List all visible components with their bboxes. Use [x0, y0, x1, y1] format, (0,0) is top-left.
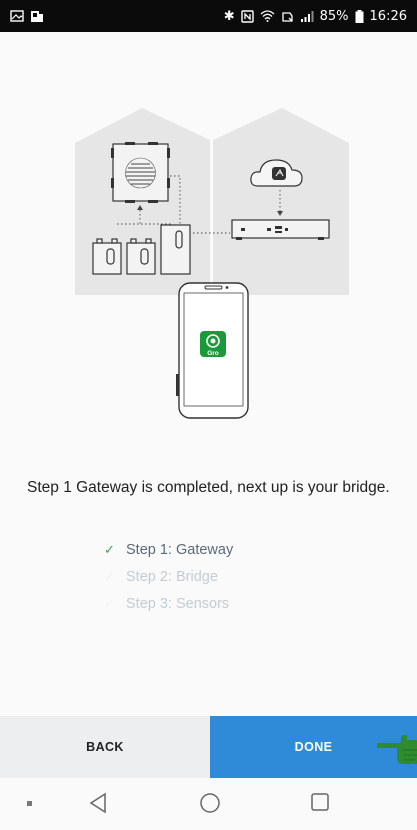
status-left: [10, 10, 44, 23]
sensor-device-icon: [92, 238, 122, 275]
checkmark-icon: ✓: [104, 595, 115, 611]
done-button[interactable]: DONE: [210, 716, 417, 778]
phone-icon: Gro: [176, 282, 249, 419]
step-item-gateway: ✓ Step 1: Gateway: [104, 536, 233, 563]
wifi-icon: [260, 10, 275, 22]
done-button-label: DONE: [294, 740, 333, 754]
checkmark-icon: ✓: [104, 541, 115, 557]
signal-icon: [300, 11, 314, 22]
overview-square-icon[interactable]: [310, 792, 330, 812]
nfc-icon: [240, 9, 254, 23]
button-row: BACK DONE: [0, 716, 417, 778]
app-screen: ✱ 85% 16:26 Gro Step 1 Gateway is comple…: [0, 0, 417, 830]
status-right: ✱ 85% 16:26: [223, 8, 407, 24]
step-label: Step 2: Bridge: [126, 568, 218, 585]
pointing-hand-icon: [377, 735, 417, 764]
gateway-device-icon: [111, 142, 170, 203]
gallery-notification-icon: [10, 10, 24, 22]
right-house-shape: [213, 108, 349, 295]
battery-icon: [355, 9, 364, 23]
sensor-device-icon: [126, 238, 156, 275]
battery-text: 85%: [319, 8, 349, 24]
status-bar: ✱ 85% 16:26: [0, 0, 417, 32]
back-triangle-icon[interactable]: [88, 792, 108, 814]
step-list: ✓ Step 1: Gateway ✓ Step 2: Bridge ✓ Ste…: [104, 536, 233, 617]
setup-illustration: Gro: [75, 108, 349, 419]
step-label: Step 3: Sensors: [126, 595, 230, 612]
bluetooth-icon: ✱: [223, 8, 235, 24]
checkmark-icon: ✓: [104, 568, 115, 584]
app-label: Gro: [207, 350, 219, 357]
back-button[interactable]: BACK: [0, 716, 210, 778]
bridge-device-icon: [231, 219, 330, 240]
step-item-bridge: ✓ Step 2: Bridge: [104, 563, 233, 590]
phone-notification-icon: [31, 10, 43, 22]
status-message: Step 1 Gateway is completed, next up is …: [27, 479, 390, 496]
data-saver-icon: [281, 11, 293, 22]
clock: 16:26: [369, 8, 407, 24]
step-label: Step 1: Gateway: [126, 541, 234, 558]
recent-dot-icon: [27, 801, 32, 806]
android-nav-bar: [0, 778, 417, 830]
sensor-device-icon: [160, 224, 191, 275]
step-item-sensors: ✓ Step 3: Sensors: [104, 590, 233, 617]
home-circle-icon[interactable]: [199, 792, 221, 814]
